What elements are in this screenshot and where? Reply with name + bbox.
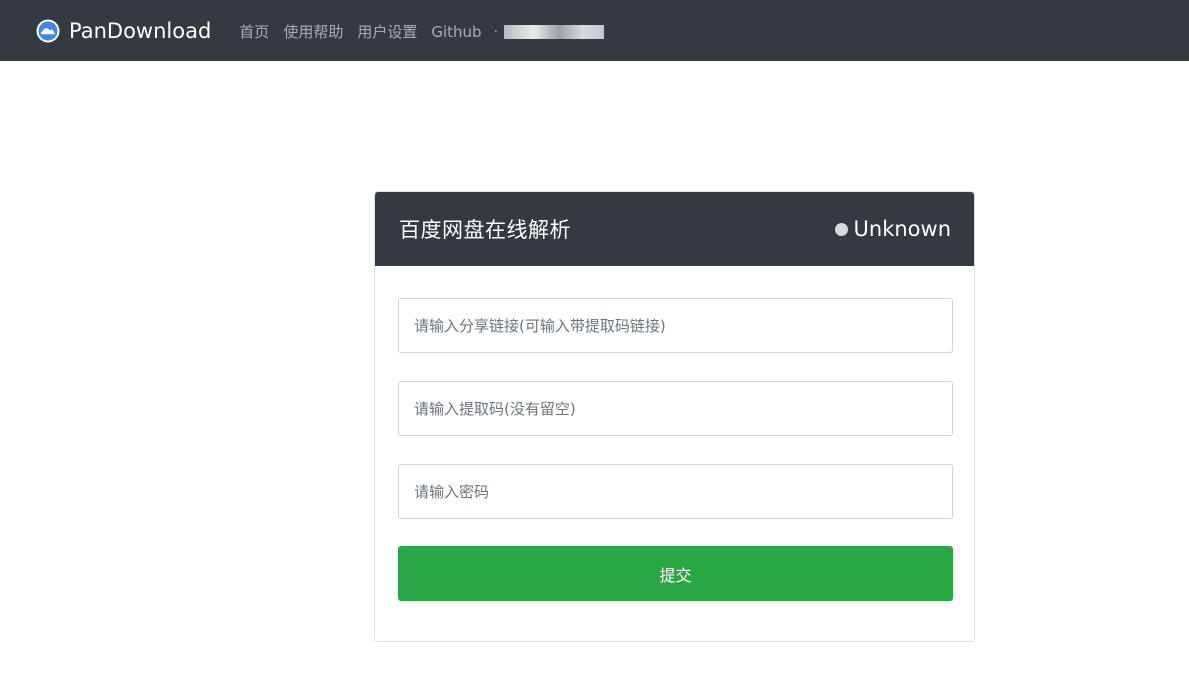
redacted-nav-item: ·	[493, 23, 605, 40]
card-body: 提交	[375, 266, 974, 601]
cloud-logo-icon	[36, 19, 60, 43]
top-navbar: PanDownload 首页 使用帮助 用户设置 Github ·	[0, 0, 1189, 61]
share-link-input[interactable]	[398, 298, 953, 353]
extract-code-input[interactable]	[398, 381, 953, 436]
parse-card: 百度网盘在线解析 Unknown 提交	[374, 191, 975, 642]
redaction-block	[504, 24, 605, 39]
status-label: Unknown	[853, 217, 951, 241]
nav-link-home[interactable]: 首页	[239, 21, 269, 42]
nav-link-help[interactable]: 使用帮助	[283, 21, 343, 42]
nav-link-settings[interactable]: 用户设置	[357, 21, 417, 42]
status-dot-icon	[834, 222, 848, 236]
submit-button[interactable]: 提交	[398, 546, 953, 601]
status-indicator: Unknown	[834, 217, 951, 241]
brand-name: PanDownload	[69, 18, 212, 43]
nav-link-github[interactable]: Github	[431, 23, 481, 41]
card-title: 百度网盘在线解析	[399, 218, 571, 242]
nav-separator: ·	[493, 23, 499, 40]
card-header: 百度网盘在线解析 Unknown	[375, 192, 974, 266]
password-input[interactable]	[398, 464, 953, 519]
brand-link[interactable]: PanDownload	[36, 19, 211, 43]
nav-links: 首页 使用帮助 用户设置 Github ·	[239, 21, 605, 42]
